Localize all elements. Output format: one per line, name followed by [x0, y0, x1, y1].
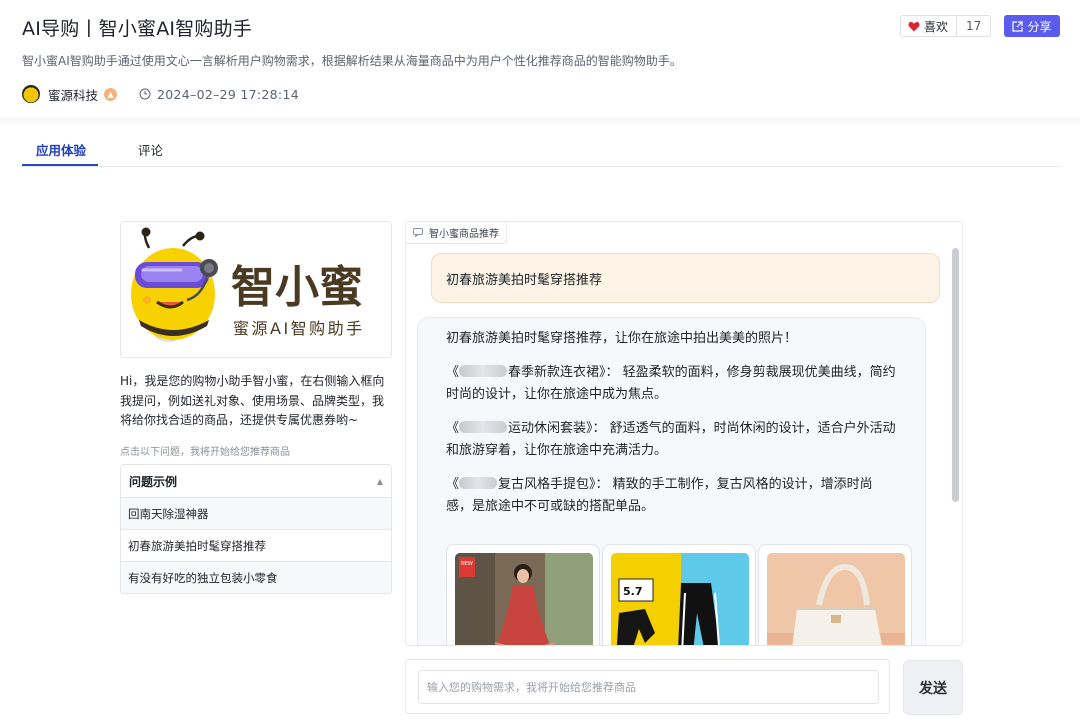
- bot-intro: 初春旅游美拍时髦穿搭推荐，让你在旅途中拍出美美的照片！: [446, 331, 798, 346]
- recommendation-item: 《运动休闲套装》： 舒适透气的面料，时尚休闲的设计，适合户外活动和旅游穿着，让你…: [446, 418, 897, 462]
- app-logo-card: 智小蜜 蜜源AI智购助手: [120, 221, 392, 358]
- publish-date: 2024–02–29 17:28:14: [157, 86, 299, 102]
- logo-subtitle-text: 蜜源AI智购助手: [233, 319, 365, 338]
- page-title: AI导购丨智小蜜AI智购助手: [22, 18, 253, 40]
- caret-up-icon[interactable]: ▲: [377, 477, 383, 486]
- like-group: 喜欢 17: [900, 15, 992, 37]
- chat-bubble-icon: [413, 228, 423, 237]
- item-bracket: 《: [446, 421, 460, 436]
- product-card-tracksuit[interactable]: 5.7: [602, 544, 756, 645]
- heart-icon: [908, 21, 920, 31]
- chat-tag-label: 智小蜜商品推荐: [429, 229, 499, 240]
- bee-mascot-logo: 智小蜜 蜜源AI智购助手: [131, 227, 365, 342]
- product-card-handbag[interactable]: [758, 544, 912, 645]
- dress-product-image: NEW: [455, 553, 593, 645]
- like-label: 喜欢: [924, 19, 949, 34]
- input-container: [405, 659, 890, 714]
- item-bracket: 《: [446, 365, 460, 380]
- blurred-brand: [459, 477, 498, 489]
- chat-scrollbar[interactable]: [952, 248, 959, 502]
- item-name: 复古风格手提包》：: [498, 477, 609, 492]
- send-button[interactable]: 发送: [903, 660, 963, 715]
- example-questions: 问题示例 ▲ 回南天除湿神器 初春旅游美拍时髦穿搭推荐 有没有好吃的独立包装小零…: [120, 464, 392, 594]
- bot-message: 初春旅游美拍时髦穿搭推荐，让你在旅途中拍出美美的照片！ 《春季新款连衣裙》： 轻…: [417, 317, 926, 645]
- logo-title-text: 智小蜜: [231, 262, 363, 313]
- blurred-brand: [459, 365, 508, 377]
- question-item[interactable]: 回南天除湿神器: [121, 498, 391, 530]
- avatar[interactable]: [22, 85, 40, 103]
- blurred-brand: [459, 421, 508, 433]
- tracksuit-product-image: 5.7: [611, 553, 749, 645]
- tab-comments[interactable]: 评论: [138, 140, 163, 159]
- page-description: 智小蜜AI智购助手通过使用文心一言解析用户购物需求，根据解析结果从海量商品中为用…: [22, 54, 682, 68]
- author-meta: 蜜源科技 ▲ 2024–02–29 17:28:14: [22, 84, 299, 104]
- chat-panel: 智小蜜商品推荐 初春旅游美拍时髦穿搭推荐 初春旅游美拍时髦穿搭推荐，让你在旅途中…: [405, 221, 963, 646]
- product-card-dress[interactable]: NEW: [446, 544, 600, 645]
- svg-text:NEW: NEW: [461, 561, 473, 567]
- item-bracket: 《: [446, 477, 460, 492]
- tab-bar: 应用体验 评论: [22, 126, 1062, 167]
- recommendation-item: 《春季新款连衣裙》： 轻盈柔软的面料，修身剪裁展现优美曲线，简约时尚的设计，让你…: [446, 362, 897, 406]
- chat-tag: 智小蜜商品推荐: [406, 222, 507, 244]
- shopping-query-input[interactable]: [418, 670, 879, 704]
- like-button[interactable]: 喜欢: [901, 16, 958, 36]
- header-divider: [0, 118, 1080, 126]
- product-cards: NEW 5.7: [446, 544, 916, 645]
- item-name: 春季新款连衣裙》：: [508, 365, 619, 380]
- assistant-intro: Hi，我是您的购物小助手智小蜜，在右侧输入框向我提问，例如送礼对象、使用场景、品…: [120, 374, 385, 427]
- question-hint: 点击以下问题，我将开始给您推荐商品: [120, 447, 290, 458]
- question-item[interactable]: 有没有好吃的独立包装小零食: [121, 562, 391, 593]
- like-count: 17: [966, 19, 982, 33]
- share-label: 分享: [1027, 19, 1052, 34]
- questions-header[interactable]: 问题示例 ▲: [121, 465, 391, 498]
- tab-app-experience[interactable]: 应用体验: [36, 140, 86, 159]
- svg-text:5.7: 5.7: [623, 585, 643, 598]
- share-button[interactable]: 分享: [1004, 15, 1060, 37]
- tab-active-indicator: [22, 164, 98, 166]
- clock-icon: [139, 88, 151, 100]
- recommendation-item: 《复古风格手提包》： 精致的手工制作，复古风格的设计，增添时尚感，是旅途中不可或…: [446, 474, 897, 518]
- questions-header-label: 问题示例: [129, 474, 178, 489]
- item-name: 运动休闲套装》：: [508, 421, 606, 436]
- question-item[interactable]: 初春旅游美拍时髦穿搭推荐: [121, 530, 391, 562]
- user-message: 初春旅游美拍时髦穿搭推荐: [431, 253, 940, 303]
- verified-badge-icon: ▲: [104, 87, 118, 101]
- share-icon: [1012, 20, 1024, 32]
- author-name[interactable]: 蜜源科技: [48, 85, 98, 104]
- handbag-product-image: [767, 553, 905, 645]
